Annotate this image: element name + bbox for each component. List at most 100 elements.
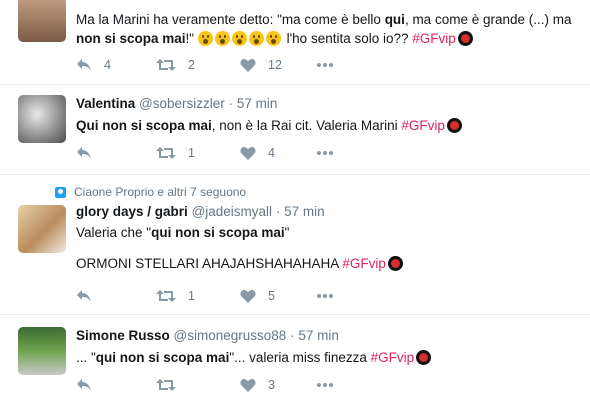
like-button[interactable]: 4 [240, 143, 275, 163]
tweet-content: Ma la Marini ha veramente detto: "ma com… [76, 10, 582, 48]
reply-icon [77, 379, 91, 391]
reply-button[interactable]: 4 [76, 55, 111, 75]
astonished-emoji-icon [231, 31, 247, 46]
avatar[interactable] [18, 205, 66, 253]
tweet[interactable]: Ma la Marini ha veramente detto: "ma com… [0, 0, 590, 85]
user-handle[interactable]: @sobersizzler [139, 96, 225, 111]
astonished-emoji-icon [197, 31, 213, 46]
hashtag-link[interactable]: #GFvip [412, 31, 456, 46]
like-icon [240, 290, 256, 303]
text-segment: ... " [76, 350, 96, 365]
text-segment: Ma la Marini ha veramente detto: "ma com… [76, 12, 385, 27]
hashtag-link[interactable]: #GFvip [371, 350, 415, 365]
timeline: Ma la Marini ha veramente detto: "ma com… [0, 0, 590, 400]
tweet[interactable]: Valentina @sobersizzler · 57 min Qui non… [0, 85, 590, 175]
reply-icon [77, 147, 91, 159]
text-segment: l'ho sentita solo io?? [282, 31, 413, 46]
astonished-emoji-icon [248, 31, 264, 46]
text-segment: ORMONI STELLARI AHAJAHSHAHAHAHA [76, 256, 343, 271]
more-button[interactable] [316, 143, 334, 163]
person-context-icon [55, 186, 66, 198]
more-button[interactable] [316, 55, 334, 75]
tweet-header: Simone Russo @simonegrusso88 · 57 min [76, 327, 582, 345]
astonished-emoji-icon [265, 31, 281, 46]
user-handle[interactable]: @simonegrusso88 [174, 328, 287, 343]
more-icon [317, 151, 333, 155]
separator: · [275, 204, 281, 219]
avatar[interactable] [18, 327, 66, 375]
hashtag-link[interactable]: #GFvip [401, 118, 445, 133]
tweet-header: Valentina @sobersizzler · 57 min [76, 95, 582, 113]
timestamp[interactable]: 57 min [284, 204, 325, 219]
more-icon [317, 294, 333, 298]
text-line: ORMONI STELLARI AHAJAHSHAHAHAHA #GFvip [76, 254, 582, 273]
hashtag-link[interactable]: #GFvip [342, 256, 386, 271]
like-button[interactable]: 3 [240, 375, 275, 395]
like-count: 12 [268, 58, 282, 72]
separator: · [228, 96, 234, 111]
display-name[interactable]: Valentina [76, 96, 135, 111]
like-button[interactable]: 12 [240, 55, 282, 75]
like-icon [240, 147, 256, 160]
more-icon [317, 63, 333, 67]
like-count: 4 [268, 146, 275, 160]
context-text: Ciaone Proprio e altri 7 seguono [74, 185, 247, 199]
text-segment: Valeria che " [76, 225, 152, 240]
text-segment: , non è la Rai cit. Valeria Marini [211, 118, 402, 133]
like-count: 3 [268, 378, 275, 392]
gfvip-badge-icon [457, 31, 473, 46]
tweet[interactable]: Ciaone Proprio e altri 7 seguono glory d… [0, 175, 590, 315]
text-bold: qui [384, 12, 405, 27]
timestamp[interactable]: 57 min [298, 328, 339, 343]
user-handle[interactable]: @jadeismyall [192, 204, 272, 219]
retweet-icon [156, 290, 176, 302]
retweet-button[interactable]: 2 [156, 55, 195, 75]
tweet-header: glory days / gabri @jadeismyall · 57 min [76, 203, 582, 221]
more-button[interactable] [316, 375, 334, 395]
text-segment: " [284, 225, 290, 240]
display-name[interactable]: Simone Russo [76, 328, 170, 343]
retweet-count: 1 [188, 146, 195, 160]
like-count: 5 [268, 289, 275, 303]
text-segment: , ma come è grande (...) ma [404, 12, 572, 27]
like-icon [240, 379, 256, 392]
tweet[interactable]: Simone Russo @simonegrusso88 · 57 min ..… [0, 315, 590, 400]
gfvip-badge-icon [446, 118, 462, 133]
tweet-text: Ma la Marini ha veramente detto: "ma com… [76, 10, 582, 48]
like-button[interactable]: 5 [240, 286, 275, 306]
retweet-button[interactable]: 1 [156, 286, 195, 306]
astonished-emoji-icon [214, 31, 230, 46]
gfvip-badge-icon [387, 256, 403, 271]
text-bold: qui non si scopa mai [95, 350, 230, 365]
retweet-button[interactable]: 1 [156, 143, 195, 163]
text-bold: Qui non si scopa mai [76, 118, 212, 133]
text-line: Valeria che "qui non si scopa mai" [76, 223, 582, 242]
retweet-count: 1 [188, 289, 195, 303]
tweet-text: Valeria che "qui non si scopa mai" ORMON… [76, 223, 582, 273]
retweet-icon [156, 59, 176, 71]
reply-button[interactable] [76, 375, 92, 395]
avatar[interactable] [18, 0, 66, 42]
reply-icon [77, 290, 91, 302]
more-button[interactable] [316, 286, 334, 306]
timestamp[interactable]: 57 min [237, 96, 278, 111]
tweet-text: Qui non si scopa mai, non è la Rai cit. … [76, 116, 582, 135]
tweet-text: ... "qui non si scopa mai"... valeria mi… [76, 348, 582, 367]
text-bold: non si scopa mai [76, 31, 186, 46]
reply-icon [77, 59, 91, 71]
avatar[interactable] [18, 95, 66, 143]
social-context[interactable]: Ciaone Proprio e altri 7 seguono [55, 185, 246, 199]
display-name[interactable]: glory days / gabri [76, 204, 188, 219]
more-icon [317, 383, 333, 387]
retweet-icon [156, 379, 176, 391]
text-segment: "... valeria miss finezza [229, 350, 371, 365]
retweet-button[interactable] [156, 375, 176, 395]
separator: · [290, 328, 295, 343]
reply-button[interactable] [76, 286, 92, 306]
retweet-count: 2 [188, 58, 195, 72]
text-segment: !" [185, 31, 195, 46]
reply-button[interactable] [76, 143, 92, 163]
reply-count: 4 [104, 58, 111, 72]
like-icon [240, 59, 256, 72]
tweet-content: Valentina @sobersizzler · 57 min Qui non… [76, 95, 582, 135]
